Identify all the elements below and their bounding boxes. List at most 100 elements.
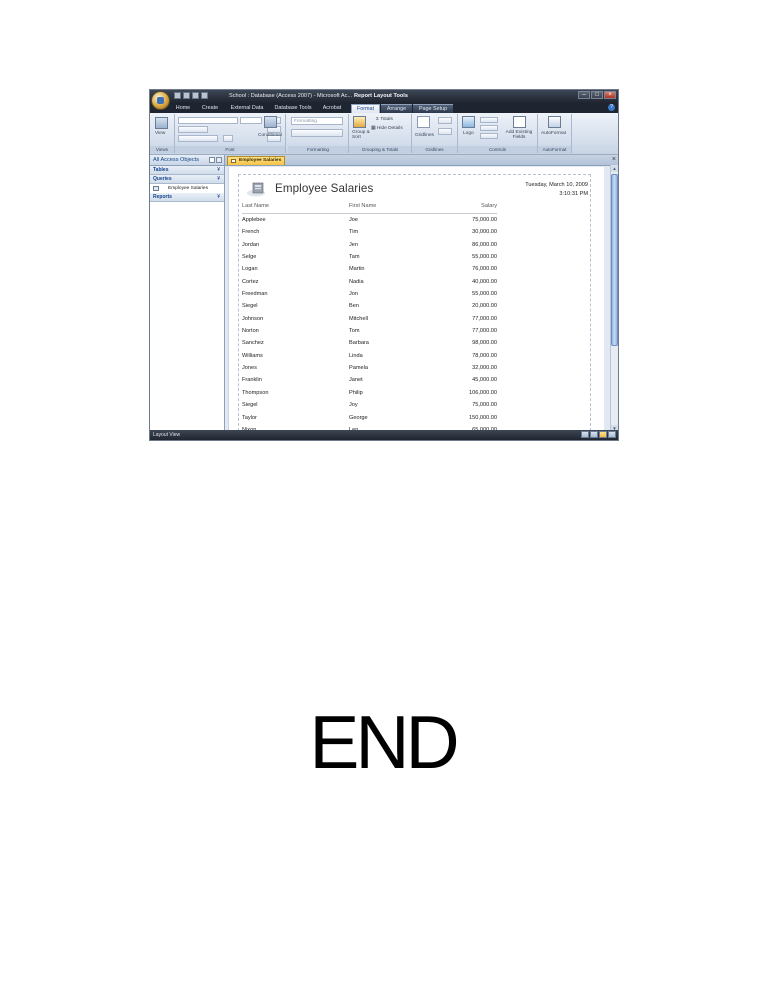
cell-first-name[interactable]: Joy — [349, 399, 358, 411]
bold-italic-underline-buttons[interactable] — [178, 126, 208, 133]
font-name-combo[interactable] — [178, 117, 238, 124]
tab-arrange[interactable]: Arrange — [381, 104, 412, 113]
cell-salary[interactable]: 55,000.00 — [472, 288, 497, 300]
minimize-button[interactable]: – — [578, 91, 590, 99]
undo-icon[interactable] — [183, 92, 190, 99]
cell-first-name[interactable]: Joe — [349, 214, 358, 226]
cell-salary[interactable]: 40,000.00 — [472, 276, 497, 288]
cell-salary[interactable]: 78,000.00 — [472, 350, 497, 362]
cell-salary[interactable]: 77,000.00 — [472, 325, 497, 337]
cell-last-name[interactable]: Thompson — [242, 387, 268, 399]
column-header-salary[interactable]: Salary — [481, 203, 497, 209]
save-icon[interactable] — [174, 92, 181, 99]
report-view-icon[interactable] — [581, 431, 589, 438]
cell-last-name[interactable]: Franklin — [242, 374, 262, 386]
title-control-icon[interactable] — [480, 117, 498, 123]
cell-last-name[interactable]: Williams — [242, 350, 263, 362]
office-button[interactable] — [151, 91, 170, 110]
cell-first-name[interactable]: Nadia — [349, 276, 364, 288]
cell-last-name[interactable]: Jones — [242, 362, 257, 374]
tab-external-data[interactable]: External Data — [226, 104, 268, 113]
tab-acrobat[interactable]: Acrobat — [318, 104, 346, 113]
nav-section-reports[interactable]: Reports ¥ — [150, 193, 224, 202]
tab-format[interactable]: Format — [351, 104, 380, 113]
line-width-icon[interactable] — [438, 117, 452, 124]
page-numbers-icon[interactable] — [480, 125, 498, 131]
cell-last-name[interactable]: Applebee — [242, 214, 266, 226]
cell-first-name[interactable]: Jon — [349, 288, 358, 300]
cell-salary[interactable]: 55,000.00 — [472, 251, 497, 263]
cell-first-name[interactable]: Linda — [349, 350, 363, 362]
cell-salary[interactable]: 86,000.00 — [472, 239, 497, 251]
view-icon[interactable] — [155, 117, 168, 129]
cell-last-name[interactable]: Selge — [242, 251, 256, 263]
tab-database-tools[interactable]: Database Tools — [271, 104, 315, 113]
column-header-last-name[interactable]: Last Name — [242, 203, 269, 209]
close-button[interactable]: × — [604, 91, 616, 99]
cell-last-name[interactable]: Siegel — [242, 399, 258, 411]
cell-first-name[interactable]: Philip — [349, 387, 363, 399]
cell-salary[interactable]: 77,000.00 — [472, 313, 497, 325]
cell-first-name[interactable]: Janet — [349, 374, 363, 386]
logo-icon[interactable] — [462, 116, 475, 128]
nav-item-employee-salaries[interactable]: Employee Salaries — [150, 184, 224, 193]
cell-salary[interactable]: 20,000.00 — [472, 300, 497, 312]
chevron-down-icon[interactable] — [209, 157, 215, 163]
nav-section-tables[interactable]: Tables ¥ — [150, 166, 224, 175]
conditional-icon[interactable] — [264, 116, 277, 128]
cell-first-name[interactable]: Tim — [349, 226, 358, 238]
cell-salary[interactable]: 75,000.00 — [472, 399, 497, 411]
report-title[interactable]: Employee Salaries — [275, 182, 373, 195]
cell-last-name[interactable]: Sanchez — [242, 337, 264, 349]
print-preview-icon[interactable] — [590, 431, 598, 438]
formatting-combo[interactable]: Formatting — [291, 117, 343, 125]
cell-salary[interactable]: 30,000.00 — [472, 226, 497, 238]
format-painter-icon[interactable] — [223, 135, 233, 142]
cell-last-name[interactable]: Cortez — [242, 276, 258, 288]
scrollbar-thumb[interactable] — [611, 174, 618, 346]
cell-salary[interactable]: 45,000.00 — [472, 374, 497, 386]
add-existing-fields-icon[interactable] — [513, 116, 526, 128]
cell-last-name[interactable]: Freedman — [242, 288, 268, 300]
line-type-icon[interactable] — [438, 128, 452, 135]
cell-last-name[interactable]: Logan — [242, 263, 258, 275]
report-logo-icon[interactable] — [247, 182, 267, 197]
scroll-up-icon[interactable]: ▲ — [611, 165, 618, 172]
cell-salary[interactable]: 106,000.00 — [469, 387, 497, 399]
date-time-icon[interactable] — [480, 133, 498, 139]
tab-home[interactable]: Home — [172, 104, 194, 113]
report-date[interactable]: Tuesday, March 10, 2009 — [525, 182, 588, 188]
cell-last-name[interactable]: Norton — [242, 325, 259, 337]
tab-create[interactable]: Create — [198, 104, 222, 113]
cell-first-name[interactable]: Tom — [349, 325, 360, 337]
cell-last-name[interactable]: Johnson — [242, 313, 263, 325]
cell-first-name[interactable]: George — [349, 412, 368, 424]
cell-first-name[interactable]: Jen — [349, 239, 358, 251]
tab-page-setup[interactable]: Page Setup — [413, 104, 453, 113]
column-header-first-name[interactable]: First Name — [349, 203, 376, 209]
cell-first-name[interactable]: Martin — [349, 263, 365, 275]
cell-first-name[interactable]: Tam — [349, 251, 360, 263]
number-format-buttons[interactable] — [291, 129, 343, 137]
cell-last-name[interactable]: Siegel — [242, 300, 258, 312]
hide-details-button[interactable]: ▦ Hide Details — [371, 126, 403, 131]
nav-pane-header[interactable]: All Access Objects — [150, 155, 224, 166]
customize-qat-icon[interactable] — [201, 92, 208, 99]
autoformat-icon[interactable] — [548, 116, 561, 128]
totals-button[interactable]: Σ Totals — [376, 117, 393, 122]
cell-salary[interactable]: 32,000.00 — [472, 362, 497, 374]
vertical-scrollbar[interactable]: ▲ ▼ — [610, 165, 618, 432]
cell-salary[interactable]: 75,000.00 — [472, 214, 497, 226]
document-tab-employee-salaries[interactable]: Employee Salaries — [227, 156, 285, 165]
cell-first-name[interactable]: Ben — [349, 300, 359, 312]
cell-last-name[interactable]: Jordan — [242, 239, 259, 251]
redo-icon[interactable] — [192, 92, 199, 99]
cell-last-name[interactable]: Taylor — [242, 412, 257, 424]
layout-view-icon[interactable] — [599, 431, 607, 438]
help-icon[interactable]: ? — [608, 104, 615, 111]
cell-last-name[interactable]: French — [242, 226, 259, 238]
cell-first-name[interactable]: Pamela — [349, 362, 368, 374]
maximize-button[interactable]: □ — [591, 91, 603, 99]
cell-salary[interactable]: 98,000.00 — [472, 337, 497, 349]
design-view-icon[interactable] — [608, 431, 616, 438]
